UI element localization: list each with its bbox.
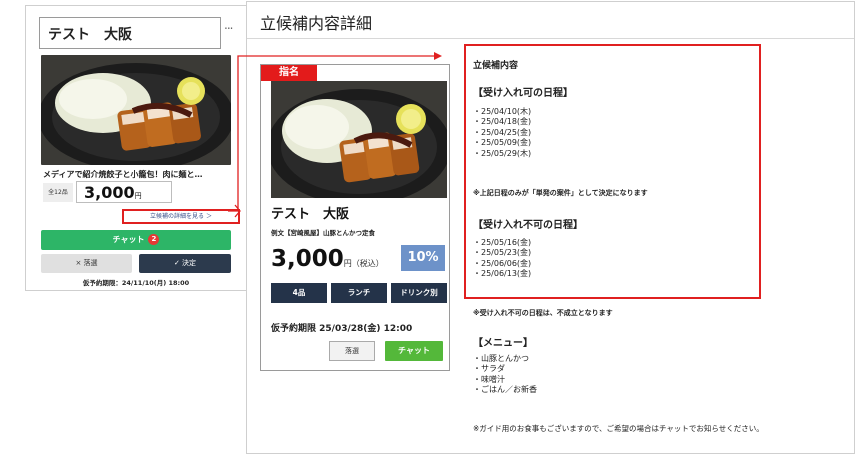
accept-date-list: ・25/04/10(木) ・25/04/18(金) ・25/04/25(金) ・… xyxy=(473,107,531,159)
reject-button[interactable]: × 落選 xyxy=(41,254,132,273)
candidate-card-small: テスト 大阪 ... メディアで紹介焼餃子と小籠包！肉に麺と… 全12品 3,0… xyxy=(25,5,247,291)
list-item: ・25/06/13(金) xyxy=(473,269,532,279)
price-unit: 円（税込） xyxy=(343,259,384,268)
details-heading: 立候補内容 xyxy=(473,61,519,71)
item-count-label: 全12品 xyxy=(43,183,73,202)
list-item: ・25/05/23(金) xyxy=(473,248,532,258)
large-card-food-photo xyxy=(271,81,447,198)
discount-badge: 10% xyxy=(401,245,445,271)
badge-icon: 2 xyxy=(148,234,160,245)
large-card-title: テスト 大阪 xyxy=(271,207,350,222)
list-item: ・サラダ xyxy=(473,364,505,374)
accept-dates-heading: 【受け入れ可の日程】 xyxy=(473,88,573,99)
title-divider xyxy=(247,38,854,39)
tag-drink-separate: ドリンク別 xyxy=(391,283,447,303)
small-card-deadline: 仮予約期限：24/11/10(月) 18:00 xyxy=(82,279,190,287)
decide-button[interactable]: ✓ 決定 xyxy=(139,254,231,273)
chat-label: チャット xyxy=(112,235,145,244)
chat-button[interactable]: チャット xyxy=(385,341,443,361)
list-item: ・山豚とんかつ xyxy=(473,354,529,363)
list-item: ・25/05/16(金) xyxy=(473,238,532,247)
more-options-icon[interactable]: ... xyxy=(224,18,234,32)
list-item: ・25/04/25(金) xyxy=(473,127,532,137)
small-card-description: メディアで紹介焼餃子と小籠包！肉に麺と… xyxy=(43,170,203,179)
price-value: 3,000 xyxy=(271,246,344,272)
menu-list: ・山豚とんかつ ・サラダ ・味噌汁 ・ごはん／お新香 xyxy=(473,354,537,396)
list-item: ・25/05/29(木) xyxy=(473,148,532,158)
chat-button[interactable]: チャット 2 xyxy=(41,230,231,250)
page-title: 立候補内容詳細 xyxy=(260,14,373,33)
large-card-description: 例文【宮崎風屋】山豚とんかつ定食 xyxy=(271,229,375,237)
candidate-detail-panel: 立候補内容詳細 指名 テスト 大阪 例文【宮崎風屋】山豚とんかつ定食 3,000… xyxy=(246,1,855,454)
accept-note: ※上記日程のみが「単発の案件」として決定になります xyxy=(473,189,648,197)
list-item: ・25/05/09(金) xyxy=(473,138,532,148)
reject-button[interactable]: 落選 xyxy=(329,341,375,361)
tag-item-count: 4品 xyxy=(271,283,327,303)
nominated-tag: 指名 xyxy=(261,65,317,81)
small-card-title: テスト 大阪 xyxy=(39,17,221,49)
reject-dates-heading: 【受け入れ不可の日程】 xyxy=(473,220,583,231)
reject-date-list: ・25/05/16(金) ・25/05/23(金) ・25/06/06(金) ・… xyxy=(473,238,531,280)
price-value: 3,000 xyxy=(84,183,135,202)
tag-list: 4品 ランチ ドリンク別 xyxy=(271,283,447,303)
price-unit: 円 xyxy=(134,192,142,200)
list-item: ・味噌汁 xyxy=(473,374,505,384)
menu-heading: 【メニュー】 xyxy=(473,338,533,349)
list-item: ・25/04/10(木) xyxy=(473,107,532,116)
small-card-price: 3,000円 xyxy=(76,181,172,203)
small-card-food-photo xyxy=(41,55,231,165)
footer-note: ※ガイド用のお食事もございますので、ご希望の場合はチャットでお知らせください。 xyxy=(473,424,764,433)
candidate-card-large: 指名 テスト 大阪 例文【宮崎風屋】山豚とんかつ定食 3,000円（税込） 10… xyxy=(260,64,450,371)
reject-note: ※受け入れ不可の日程は、不成立となります xyxy=(473,309,613,317)
list-item: ・25/06/06(金) xyxy=(473,258,532,268)
list-item: ・25/04/18(金) xyxy=(473,117,532,127)
tag-lunch: ランチ xyxy=(331,283,387,303)
candidate-detail-link[interactable]: 立候補の詳細を見る ＞ xyxy=(122,209,240,224)
large-card-deadline: 仮予約期限 25/03/28(金) 12:00 xyxy=(271,324,413,334)
list-item: ・ごはん／お新香 xyxy=(473,385,537,395)
large-card-price: 3,000円（税込） xyxy=(271,246,384,272)
